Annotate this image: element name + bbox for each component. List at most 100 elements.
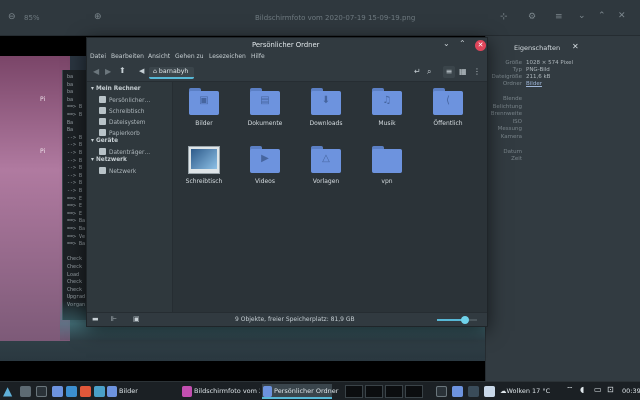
terminal-line: ==> B: [67, 112, 83, 118]
terminal-line: ==> Ba: [67, 218, 86, 225]
close-icon[interactable]: ✕: [572, 42, 579, 51]
files-icon[interactable]: [52, 386, 63, 397]
file-item[interactable]: △ Vorlagen: [301, 146, 351, 196]
file-item[interactable]: ⟨ Öffentlich: [423, 88, 473, 138]
property-label: Messung: [497, 126, 522, 132]
places-icon[interactable]: ▬: [92, 315, 99, 323]
file-item[interactable]: Schreibtisch: [179, 146, 229, 196]
zoom-in-icon[interactable]: ⊕: [94, 12, 102, 22]
sidebar-item-trash[interactable]: Papierkorb: [99, 129, 140, 137]
sidebar-heading-netzwerk[interactable]: ▾ Netzwerk: [91, 157, 127, 163]
notification-icon[interactable]: ⊡: [607, 385, 614, 394]
taskbar-item-screenshot[interactable]: Bildschirmfoto vom 2…: [194, 385, 260, 398]
property-value: 211,6 kB: [526, 74, 551, 80]
file-item-label: Musik: [378, 120, 396, 127]
sidebar-heading-mein-rechner[interactable]: ▾ Mein Rechner: [91, 86, 141, 92]
sidebar-item-filesystem[interactable]: Dateisystem: [99, 118, 145, 126]
list-view-icon[interactable]: ≡: [443, 66, 455, 78]
file-item[interactable]: ♫ Musik: [362, 88, 412, 138]
path-toggle-icon[interactable]: ◀: [139, 67, 144, 75]
folder-icon: ▶: [250, 146, 280, 173]
files-icon[interactable]: [452, 386, 463, 397]
file-item-label: Videos: [255, 178, 275, 185]
menu-lesezeichen[interactable]: Lesezeichen: [209, 53, 246, 60]
maximize-icon[interactable]: ⌃: [459, 39, 466, 48]
folder-icon: △: [311, 146, 341, 173]
property-label: Belichtung: [492, 103, 522, 110]
gear-icon[interactable]: ⚙: [528, 12, 536, 22]
browser-icon[interactable]: [66, 386, 77, 397]
sidebar-item-volume[interactable]: Datenträger…: [99, 148, 150, 156]
grid-view-icon[interactable]: ▦: [459, 67, 467, 76]
app-icon[interactable]: [468, 386, 479, 397]
terminal-line: --> B: [67, 157, 83, 164]
file-manager-titlebar[interactable]: Persönlicher Ordner ⌄ ⌃ ✕: [87, 38, 487, 52]
maximize-icon[interactable]: ⌃: [598, 11, 606, 21]
file-item[interactable]: ▣ Bilder: [179, 88, 229, 138]
brave-icon[interactable]: [80, 386, 91, 397]
weather-label[interactable]: ☁Wolken 17 °C: [500, 385, 550, 398]
volume-icon[interactable]: ◖: [580, 385, 584, 394]
terminal-line: ==> Ba: [67, 226, 86, 232]
file-item[interactable]: ⬇ Downloads: [301, 88, 351, 138]
file-item[interactable]: ▤ Dokumente: [240, 88, 290, 138]
target-icon[interactable]: ⊹: [500, 12, 508, 22]
path-label: barnabyh: [158, 68, 189, 75]
menu-ansicht[interactable]: Ansicht: [148, 53, 170, 60]
menu-gehen-zu[interactable]: Gehen zu: [175, 53, 204, 60]
zoom-level[interactable]: 85%: [24, 14, 40, 22]
sidebar-toggle-icon[interactable]: ▣: [133, 315, 140, 323]
forward-icon[interactable]: ▶: [105, 67, 111, 76]
zoom-slider-handle[interactable]: [461, 316, 469, 324]
up-icon[interactable]: ⬆: [119, 66, 126, 75]
workspace-1[interactable]: [345, 385, 363, 398]
workspace-2[interactable]: [365, 385, 383, 398]
zoom-out-icon[interactable]: ⊖: [8, 12, 16, 22]
terminal-line: --> B: [67, 180, 83, 187]
close-icon[interactable]: ✕: [618, 11, 626, 21]
keyboard-layout-flag-icon[interactable]: [484, 386, 495, 397]
taskbar-item-home[interactable]: Persönlicher Ordner: [274, 385, 338, 398]
file-item[interactable]: ▶ Videos: [240, 146, 290, 196]
properties-title: Eigenschaften: [514, 44, 561, 52]
workspace-4[interactable]: [405, 385, 423, 398]
menu-hilfe[interactable]: Hilfe: [251, 53, 265, 60]
minimize-icon[interactable]: ⌄: [443, 39, 450, 48]
menu-bearbeiten[interactable]: Bearbeiten: [111, 53, 144, 60]
wifi-icon[interactable]: ⌔: [566, 385, 574, 395]
sidebar-item-home[interactable]: Persönlicher…: [99, 96, 150, 104]
sidebar-heading-geraete[interactable]: ▾ Geräte: [91, 138, 118, 144]
battery-icon[interactable]: ▭: [594, 385, 602, 394]
new-folder-icon[interactable]: ↵: [414, 67, 421, 76]
path-button[interactable]: ⌂ barnabyh: [149, 67, 195, 79]
tree-icon[interactable]: ⊩: [111, 315, 117, 323]
folder-link[interactable]: Bilder: [526, 81, 542, 87]
file-item-label: vpn: [381, 178, 393, 185]
folder-glyph: ▤: [260, 95, 270, 106]
back-icon[interactable]: ◀: [93, 67, 99, 76]
compact-view-icon[interactable]: ⋮: [473, 67, 481, 76]
minimize-icon[interactable]: ⌄: [578, 11, 586, 21]
zoom-slider[interactable]: [437, 316, 477, 324]
app-menu-icon[interactable]: ▲: [3, 384, 12, 398]
show-desktop-icon[interactable]: [20, 386, 31, 397]
menu-icon[interactable]: ≡: [555, 12, 563, 22]
menu-datei[interactable]: Datei: [90, 53, 106, 60]
sidebar-item-desktop[interactable]: Schreibtisch: [99, 107, 144, 115]
workspace-3[interactable]: [385, 385, 403, 398]
clock[interactable]: 00:39: [622, 385, 640, 398]
taskbar-item-bilder[interactable]: Bilder: [119, 385, 138, 398]
app-icon[interactable]: [94, 386, 105, 397]
terminal-icon[interactable]: [436, 386, 447, 397]
drive-icon: [99, 118, 106, 125]
file-item[interactable]: vpn: [362, 146, 412, 196]
folder-glyph: ♫: [382, 95, 392, 106]
terminal-line: --> B: [67, 172, 83, 179]
search-icon[interactable]: ⌕: [427, 67, 431, 77]
folder-glyph: ⟨: [446, 95, 450, 106]
terminal-icon[interactable]: [36, 386, 47, 397]
sidebar-item-network[interactable]: Netzwerk: [99, 167, 136, 175]
close-button[interactable]: ✕: [475, 40, 486, 51]
drive-icon: [99, 148, 106, 155]
status-bar: ▬ ⊩ ▣ 9 Objekte, freier Speicherplatz: 8…: [87, 312, 487, 326]
